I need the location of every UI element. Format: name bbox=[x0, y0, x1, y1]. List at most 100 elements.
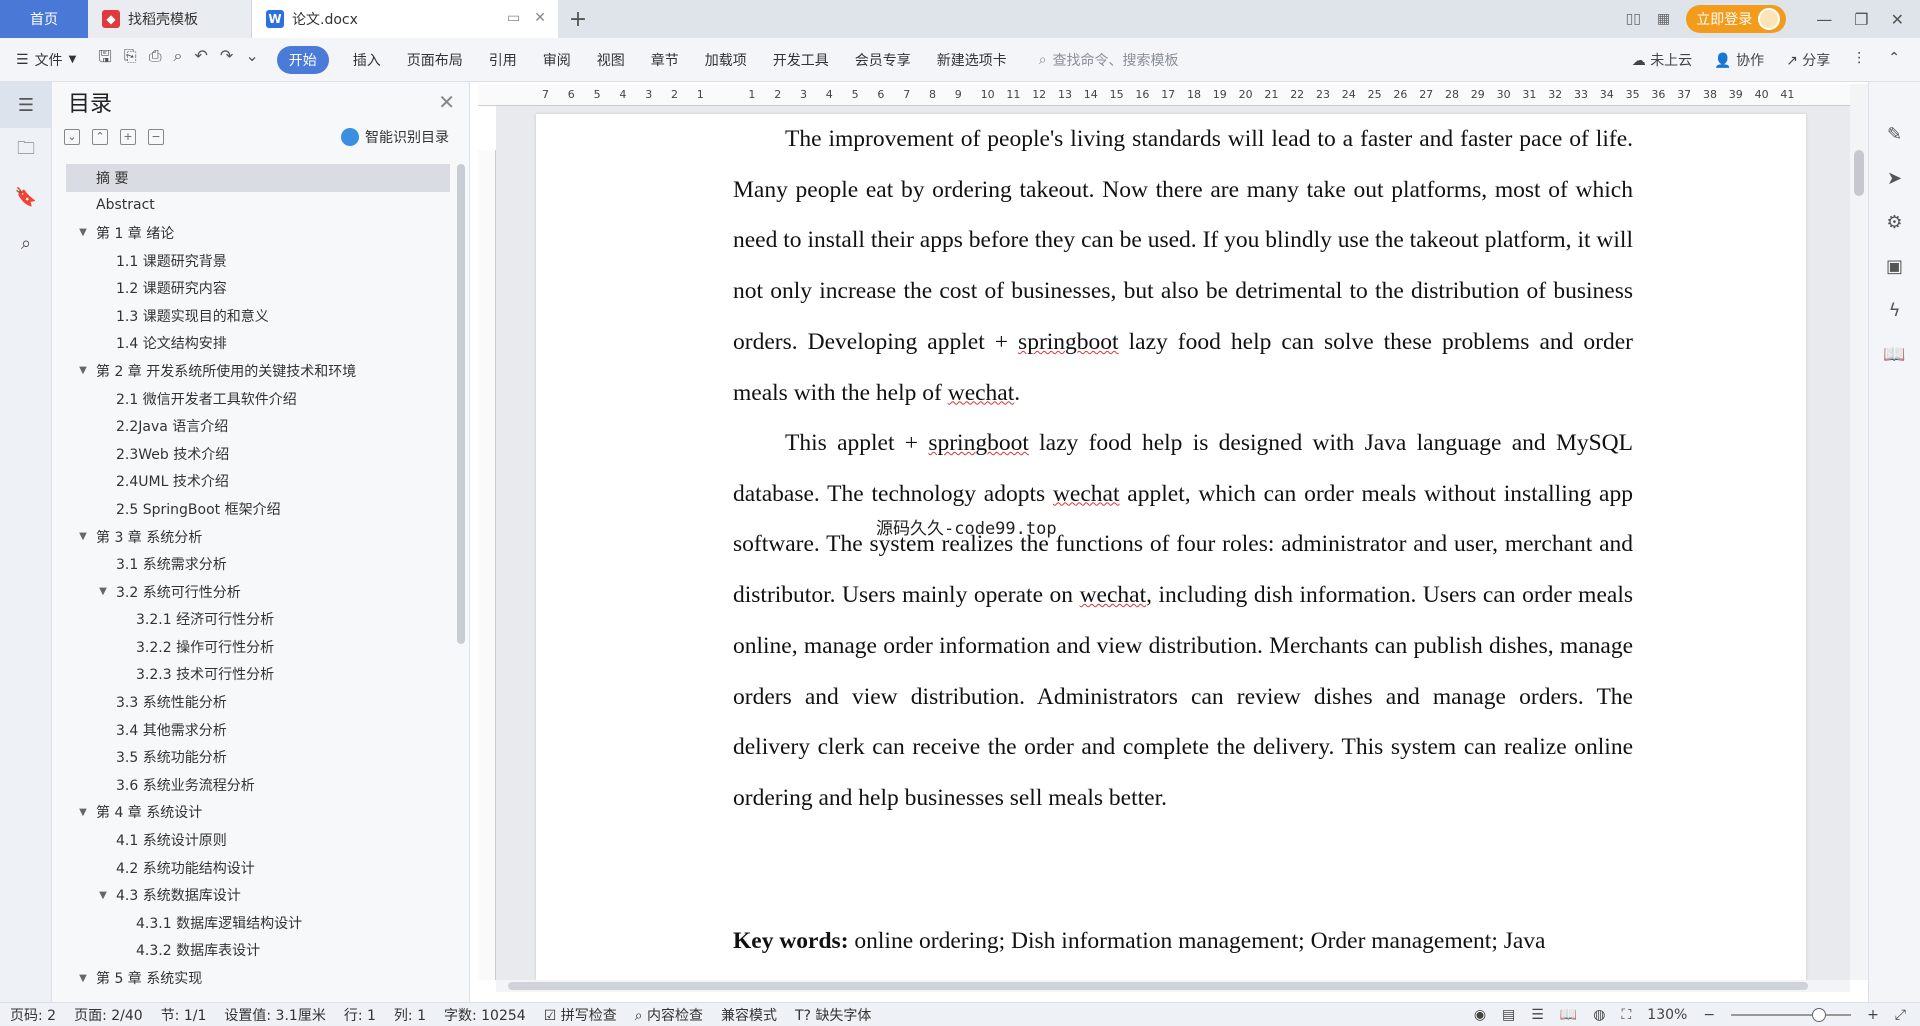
missing-font-button[interactable]: T? 缺失字体 bbox=[795, 1005, 871, 1025]
toc-panel-icon[interactable]: ☰ bbox=[0, 82, 52, 128]
chevron-down-icon[interactable]: ▼ bbox=[96, 890, 110, 901]
toc-item[interactable]: 1.3 课题实现目的和意义 bbox=[66, 302, 450, 330]
chevron-down-icon[interactable]: ▼ bbox=[76, 365, 90, 376]
login-button[interactable]: 立即登录 bbox=[1686, 5, 1787, 33]
status-row[interactable]: 行: 1 bbox=[344, 1005, 376, 1025]
fit-icon[interactable]: ⛶ bbox=[1621, 1007, 1631, 1023]
tab-new[interactable]: 新建选项卡 bbox=[937, 50, 1007, 70]
status-col[interactable]: 列: 1 bbox=[394, 1005, 426, 1025]
toc-item[interactable]: 2.5 SpringBoot 框架介绍 bbox=[66, 495, 450, 523]
float-window-icon[interactable]: ▭ bbox=[507, 10, 520, 26]
status-pages[interactable]: 页面: 2/40 bbox=[74, 1005, 143, 1025]
chevron-down-icon[interactable]: ▼ bbox=[76, 227, 90, 238]
status-page[interactable]: 页码: 2 bbox=[10, 1005, 56, 1025]
toc-item[interactable]: 2.4UML 技术介绍 bbox=[66, 468, 450, 496]
zoom-slider-knob[interactable] bbox=[1811, 1007, 1826, 1022]
expand-icon[interactable]: ⌄ bbox=[64, 129, 80, 145]
tab-addins[interactable]: 加载项 bbox=[705, 50, 747, 70]
zoom-slider[interactable] bbox=[1731, 1007, 1852, 1022]
lightning-icon[interactable]: ϟ bbox=[1869, 288, 1920, 332]
page-view-icon[interactable]: ▤ bbox=[1502, 1007, 1515, 1023]
toc-item[interactable]: 1.2 课题研究内容 bbox=[66, 274, 450, 302]
status-section[interactable]: 节: 1/1 bbox=[161, 1005, 207, 1025]
collab-button[interactable]: 👤 协作 bbox=[1714, 50, 1764, 70]
spell-error-text[interactable]: wechat bbox=[1080, 582, 1147, 608]
toc-item[interactable]: 3.2.3 技术可行性分析 bbox=[66, 661, 450, 689]
smart-toc-button[interactable]: 智能识别目录 bbox=[341, 127, 449, 147]
spell-error-text[interactable]: springboot bbox=[1018, 329, 1119, 355]
tab-page-layout[interactable]: 页面布局 bbox=[407, 50, 463, 70]
chevron-down-icon[interactable]: ▼ bbox=[76, 807, 90, 818]
toc-item[interactable]: 2.3Web 技术介绍 bbox=[66, 440, 450, 468]
tab-start[interactable]: 开始 bbox=[276, 45, 329, 74]
zoom-in-icon[interactable]: + bbox=[1867, 1007, 1879, 1023]
chevron-down-icon[interactable]: ▼ bbox=[76, 973, 90, 984]
redo-icon[interactable]: ↷ bbox=[220, 46, 233, 73]
toc-item[interactable]: 3.2.2 操作可行性分析 bbox=[66, 633, 450, 661]
web-view-icon[interactable]: ◍ bbox=[1593, 1007, 1605, 1023]
add-heading-icon[interactable]: + bbox=[120, 129, 136, 145]
eye-protect-icon[interactable]: ◉ bbox=[1474, 1007, 1486, 1023]
tab-home[interactable]: 首页 bbox=[0, 0, 88, 38]
toc-item[interactable]: 4.1 系统设计原则 bbox=[66, 826, 450, 854]
share-button[interactable]: ↗ 分享 bbox=[1786, 50, 1830, 70]
zoom-level[interactable]: 130% bbox=[1647, 1007, 1687, 1023]
toc-item[interactable]: 4.3.1 数据库逻辑结构设计 bbox=[66, 909, 450, 937]
toc-item[interactable]: 3.1 系统需求分析 bbox=[66, 550, 450, 578]
toc-item[interactable]: ▼ 第 2 章 开发系统所使用的关键技术和环境 bbox=[66, 357, 450, 385]
vertical-scrollbar[interactable] bbox=[1850, 84, 1868, 980]
collapse-ribbon-icon[interactable]: ⌃ bbox=[1888, 50, 1900, 70]
bookmark-icon[interactable]: 🔖 bbox=[0, 174, 52, 220]
tab-developer[interactable]: 开发工具 bbox=[773, 50, 829, 70]
tab-insert[interactable]: 插入 bbox=[353, 50, 381, 70]
spell-check-button[interactable]: ☑ 拼写检查 bbox=[544, 1005, 617, 1025]
layout-icon[interactable]: ▯▯ bbox=[1626, 11, 1641, 27]
grid-apps-icon[interactable]: ▦ bbox=[1657, 11, 1670, 27]
command-search[interactable]: ⌕ 查找命令、搜索模板 bbox=[1039, 50, 1179, 70]
tab-chapter[interactable]: 章节 bbox=[651, 50, 679, 70]
print-icon[interactable]: ⎙ bbox=[149, 46, 162, 73]
keywords-line[interactable]: Key words: online ordering; Dish informa… bbox=[733, 928, 1633, 955]
image-icon[interactable]: ▣ bbox=[1869, 244, 1920, 288]
tab-member[interactable]: 会员专享 bbox=[855, 50, 911, 70]
pen-icon[interactable]: ✎ bbox=[1869, 112, 1920, 156]
read-view-icon[interactable]: 📖 bbox=[1560, 1007, 1577, 1023]
fullscreen-icon[interactable]: ⤢ bbox=[1895, 1007, 1906, 1023]
document-page[interactable]: The improvement of people's living stand… bbox=[536, 114, 1806, 980]
toc-item[interactable]: 2.2Java 语言介绍 bbox=[66, 412, 450, 440]
spell-error-text[interactable]: wechat bbox=[948, 380, 1015, 406]
spell-error-text[interactable]: springboot bbox=[928, 430, 1029, 456]
scroll-thumb[interactable] bbox=[508, 982, 1808, 990]
toc-item[interactable]: 3.2.1 经济可行性分析 bbox=[66, 606, 450, 634]
new-tab-button[interactable]: + bbox=[558, 0, 598, 38]
toc-item[interactable]: 1.4 论文结构安排 bbox=[66, 330, 450, 358]
toc-item[interactable]: 3.5 系统功能分析 bbox=[66, 743, 450, 771]
abstract-paragraph-1[interactable]: The improvement of people's living stand… bbox=[733, 114, 1633, 418]
tab-references[interactable]: 引用 bbox=[489, 50, 517, 70]
toc-item[interactable]: Abstract bbox=[66, 192, 450, 220]
chevron-down-icon[interactable]: ▼ bbox=[96, 586, 110, 597]
status-words[interactable]: 字数: 10254 bbox=[444, 1005, 526, 1025]
close-icon[interactable]: ✕ bbox=[438, 90, 455, 114]
toc-item[interactable]: ▼ 3.2 系统可行性分析 bbox=[66, 578, 450, 606]
book-icon[interactable]: 📖 bbox=[1869, 332, 1920, 376]
tab-docer[interactable]: ◆ 找稻壳模板 bbox=[88, 0, 252, 38]
remove-heading-icon[interactable]: − bbox=[148, 129, 164, 145]
abstract-paragraph-2[interactable]: This applet + springboot lazy food help … bbox=[733, 418, 1633, 824]
file-menu[interactable]: ☰ 文件 ▼ bbox=[16, 50, 76, 70]
toc-item[interactable]: ▼ 第 1 章 绪论 bbox=[66, 219, 450, 247]
content-check-button[interactable]: ⌕ 内容检查 bbox=[635, 1005, 703, 1025]
export-icon[interactable]: ⎘ bbox=[124, 46, 137, 73]
preview-icon[interactable]: ⌕ bbox=[174, 46, 183, 73]
cloud-button[interactable]: ☁ 未上云 bbox=[1632, 50, 1692, 70]
minimize-icon[interactable]: — bbox=[1816, 10, 1832, 29]
close-window-icon[interactable]: ✕ bbox=[1891, 10, 1904, 29]
horizontal-ruler[interactable]: 7 6 5 4 3 2 1 1 2 3 4 5 6 7 8 9 10 11 12 13 14 15 16 17 18 19 20 21… bbox=[478, 84, 1850, 106]
toc-item[interactable]: ▼ 第 5 章 系统实现 bbox=[66, 964, 450, 992]
toc-item[interactable]: 3.4 其他需求分析 bbox=[66, 716, 450, 744]
toc-item[interactable]: 1.1 课题研究背景 bbox=[66, 247, 450, 275]
spell-error-text[interactable]: wechat bbox=[1053, 481, 1120, 507]
horizontal-scrollbar[interactable] bbox=[496, 980, 1850, 992]
restore-icon[interactable]: ❐ bbox=[1854, 10, 1868, 29]
toc-item[interactable]: 摘 要 bbox=[66, 164, 450, 192]
